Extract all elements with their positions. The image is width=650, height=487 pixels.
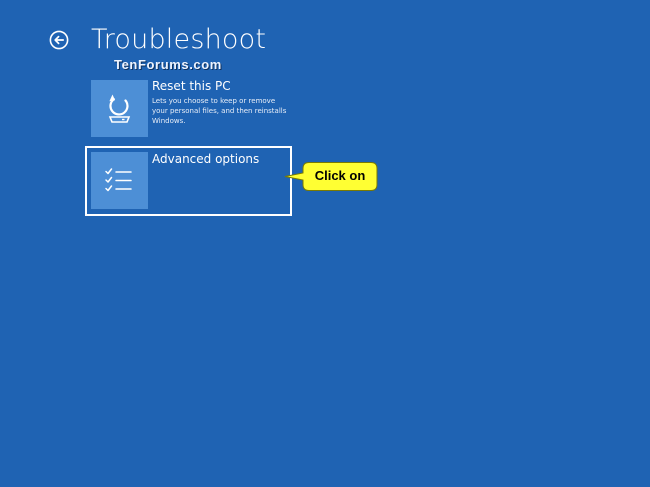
- arrow-left-circle-icon: [49, 30, 69, 50]
- checklist-icon: [105, 168, 132, 192]
- page-title: Troubleshoot: [91, 24, 267, 55]
- refresh-drive-icon: [108, 94, 131, 123]
- callout-text: Click on: [314, 168, 366, 183]
- option-title: Advanced options: [152, 152, 260, 166]
- reset-this-pc-option[interactable]: Reset this PC Lets you choose to keep or…: [91, 79, 291, 137]
- watermark: TenForums.com: [114, 57, 222, 72]
- option-description: Lets you choose to keep or remove your p…: [152, 97, 287, 125]
- reset-tile: [91, 80, 148, 137]
- back-button[interactable]: [49, 30, 69, 50]
- callout-annotation: Click on: [283, 161, 383, 193]
- advanced-tile: [91, 152, 148, 209]
- advanced-options-option[interactable]: Advanced options: [85, 146, 292, 216]
- option-title: Reset this PC: [152, 79, 231, 93]
